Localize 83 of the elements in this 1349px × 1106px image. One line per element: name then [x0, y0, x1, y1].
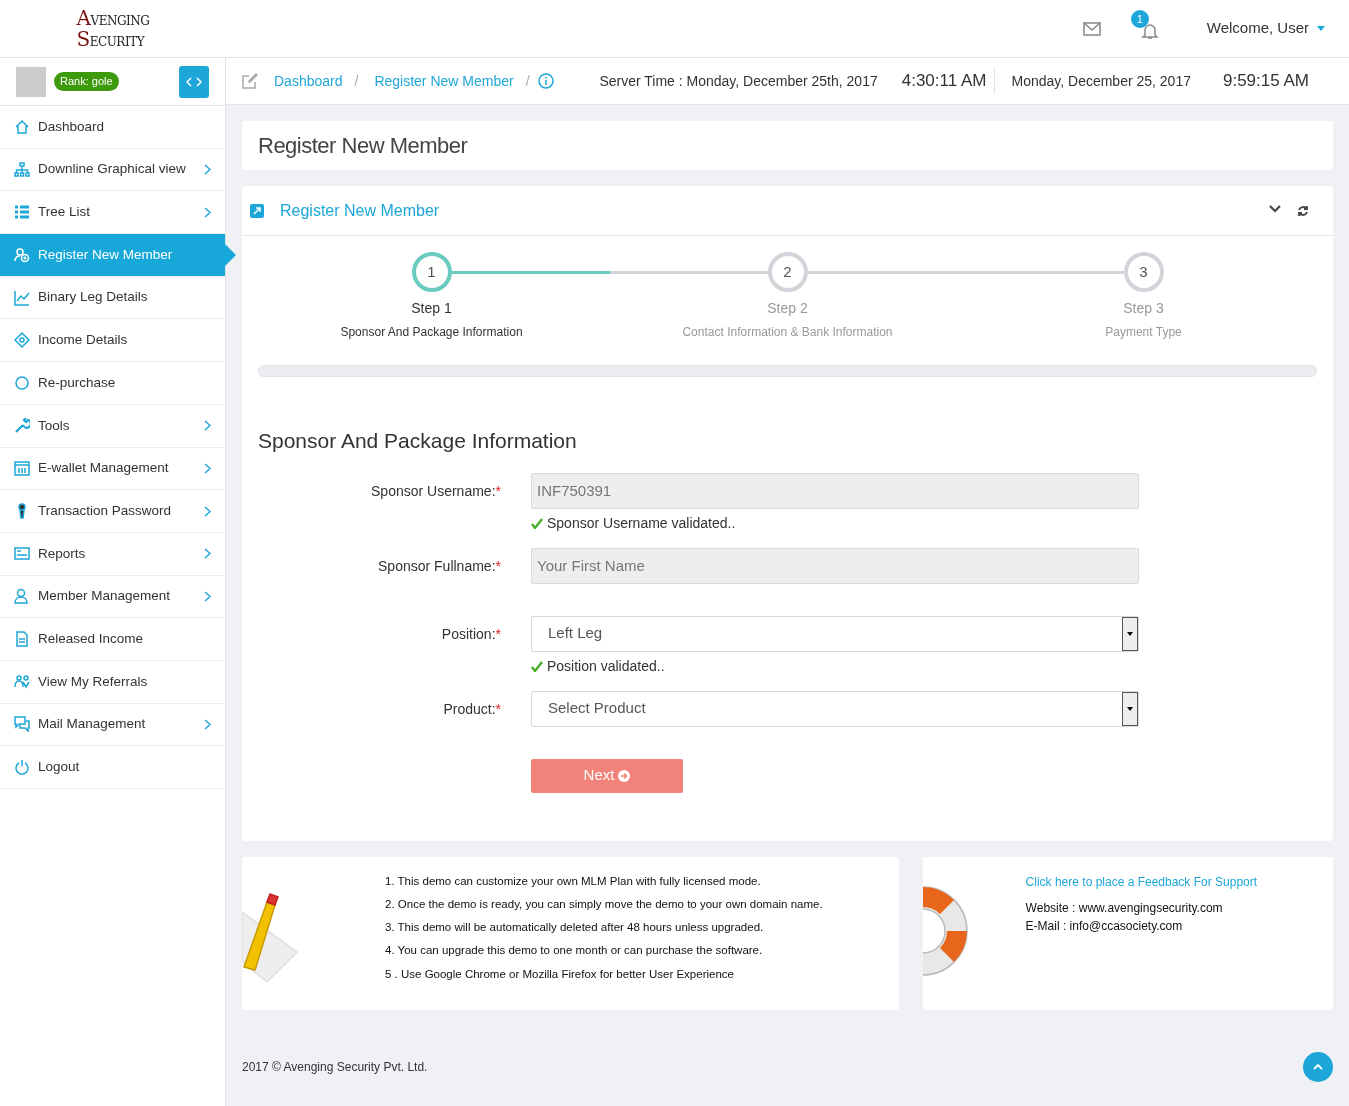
- step-subtitle: Payment Type: [1105, 324, 1182, 341]
- refresh-icon[interactable]: [1297, 204, 1309, 217]
- step-title: Step 2: [767, 299, 808, 318]
- line-chart-icon: [14, 289, 30, 306]
- sidebar-item[interactable]: Income Details: [0, 319, 225, 363]
- sidebar-item[interactable]: Re-purchase: [0, 362, 225, 405]
- logo[interactable]: AVENGING SECURITY: [76, 7, 150, 50]
- sidebar-item[interactable]: Downline Graphical view: [0, 148, 225, 192]
- sidebar-item[interactable]: Mail Management: [0, 703, 225, 747]
- sidebar-item[interactable]: Reports: [0, 532, 225, 576]
- validation-message: Sponsor Username validated..: [547, 513, 736, 533]
- validation-message: Position validated..: [547, 656, 665, 676]
- home-icon: [14, 118, 30, 135]
- server-time: 4:30:11 AM: [893, 68, 996, 94]
- field-label: Position:*: [440, 624, 502, 644]
- dropdown-arrow-icon: [1127, 706, 1133, 711]
- sidebar-item[interactable]: E-wallet Management: [0, 447, 225, 491]
- circle-icon: [14, 374, 30, 391]
- welcome-user[interactable]: Welcome, User: [1206, 17, 1309, 40]
- step-subtitle: Contact Information & Bank Information: [682, 324, 893, 341]
- breadcrumb-separator: /: [525, 71, 530, 91]
- note-text: 4. You can upgrade this demo to one month or can purchase the software.: [385, 943, 764, 959]
- field-label: Sponsor Fullname:*: [377, 556, 502, 576]
- select-field[interactable]: Left Leg: [531, 615, 1139, 652]
- field-label: Sponsor Username:*: [370, 481, 502, 501]
- page-title: Register New Member: [258, 132, 469, 160]
- step-circle[interactable]: 2: [767, 252, 808, 292]
- form-heading: Sponsor And Package Information: [258, 428, 578, 454]
- info-icon: [537, 73, 554, 89]
- arrow-circle-icon: [618, 769, 631, 782]
- step-title: Step 3: [1123, 299, 1164, 318]
- step-subtitle: Sponsor And Package Information: [340, 324, 523, 341]
- sidebar-item[interactable]: Binary Leg Details: [0, 276, 225, 320]
- edit-icon: [242, 73, 258, 89]
- notification-badge: 1: [1130, 10, 1149, 28]
- local-date: Monday, December 25, 2017: [1011, 71, 1191, 91]
- dropdown-arrow-icon: [1127, 631, 1133, 636]
- sidebar-toggle-button[interactable]: [179, 65, 209, 98]
- external-link-icon: [250, 203, 264, 218]
- sidebar-item[interactable]: Logout: [0, 746, 225, 789]
- note-text: 1. This demo can customize your own MLM Plan with fully licensed mode.: [385, 873, 762, 889]
- step-circle[interactable]: 3: [1123, 252, 1164, 292]
- sitemap-icon: [14, 161, 30, 178]
- field-label: Product:*: [442, 699, 502, 719]
- server-date: Server Time : Monday, December 25th, 2017: [599, 71, 878, 91]
- power-icon: [14, 759, 30, 776]
- caret-icon[interactable]: [1317, 26, 1325, 31]
- sidebar-item[interactable]: Released Income: [0, 618, 225, 661]
- sidebar-item[interactable]: Member Management: [0, 575, 225, 619]
- check-icon: [531, 517, 543, 529]
- breadcrumb-separator: /: [354, 71, 359, 91]
- group-icon: [14, 673, 30, 690]
- calendar-icon: [14, 460, 30, 477]
- wrench-icon: [14, 417, 30, 434]
- footer-text: 2017 © Avenging Security Pvt. Ltd.: [242, 1059, 428, 1076]
- email-text: E-Mail : info@ccasociety.com: [1025, 917, 1184, 935]
- chevrons-icon: [186, 76, 202, 87]
- step-circle[interactable]: 1: [411, 252, 452, 292]
- chat-icon: [14, 716, 30, 733]
- sidebar-item[interactable]: View My Referrals: [0, 660, 225, 704]
- document-icon: [14, 631, 30, 648]
- note-text: 5 . Use Google Chrome or Mozilla Firefox for better User Experience: [385, 966, 735, 982]
- chevron-down-icon[interactable]: [1269, 204, 1281, 213]
- add-user-icon: [14, 246, 30, 263]
- check-icon: [531, 660, 543, 672]
- website-text: Website : www.avengingsecurity.com: [1025, 899, 1224, 917]
- scroll-top-button[interactable]: [1303, 1052, 1333, 1082]
- panel-title: Register New Member: [280, 200, 440, 221]
- rank-badge: Rank: gole: [54, 72, 119, 91]
- local-time: 9:59:15 AM: [1222, 70, 1309, 93]
- sidebar-item[interactable]: Tools: [0, 404, 225, 448]
- note-text: 3. This demo will be automatically deleted after 48 hours unless upgraded.: [385, 920, 765, 935]
- mail-icon[interactable]: [1082, 21, 1101, 36]
- list-icon: [14, 204, 30, 221]
- note-text: 2. Once the demo is ready, you can simply move the demo to your own domain name.: [385, 896, 823, 912]
- sidebar-item[interactable]: Dashboard: [0, 106, 225, 149]
- id-card-icon: [14, 545, 30, 562]
- chevron-up-icon: [1313, 1064, 1323, 1070]
- select-field[interactable]: Select Product: [531, 690, 1139, 727]
- sidebar-item[interactable]: Transaction Password: [0, 490, 225, 533]
- avatar-photo: [16, 66, 46, 97]
- bell-icon[interactable]: [1140, 22, 1159, 41]
- step-title: Step 1: [411, 299, 452, 318]
